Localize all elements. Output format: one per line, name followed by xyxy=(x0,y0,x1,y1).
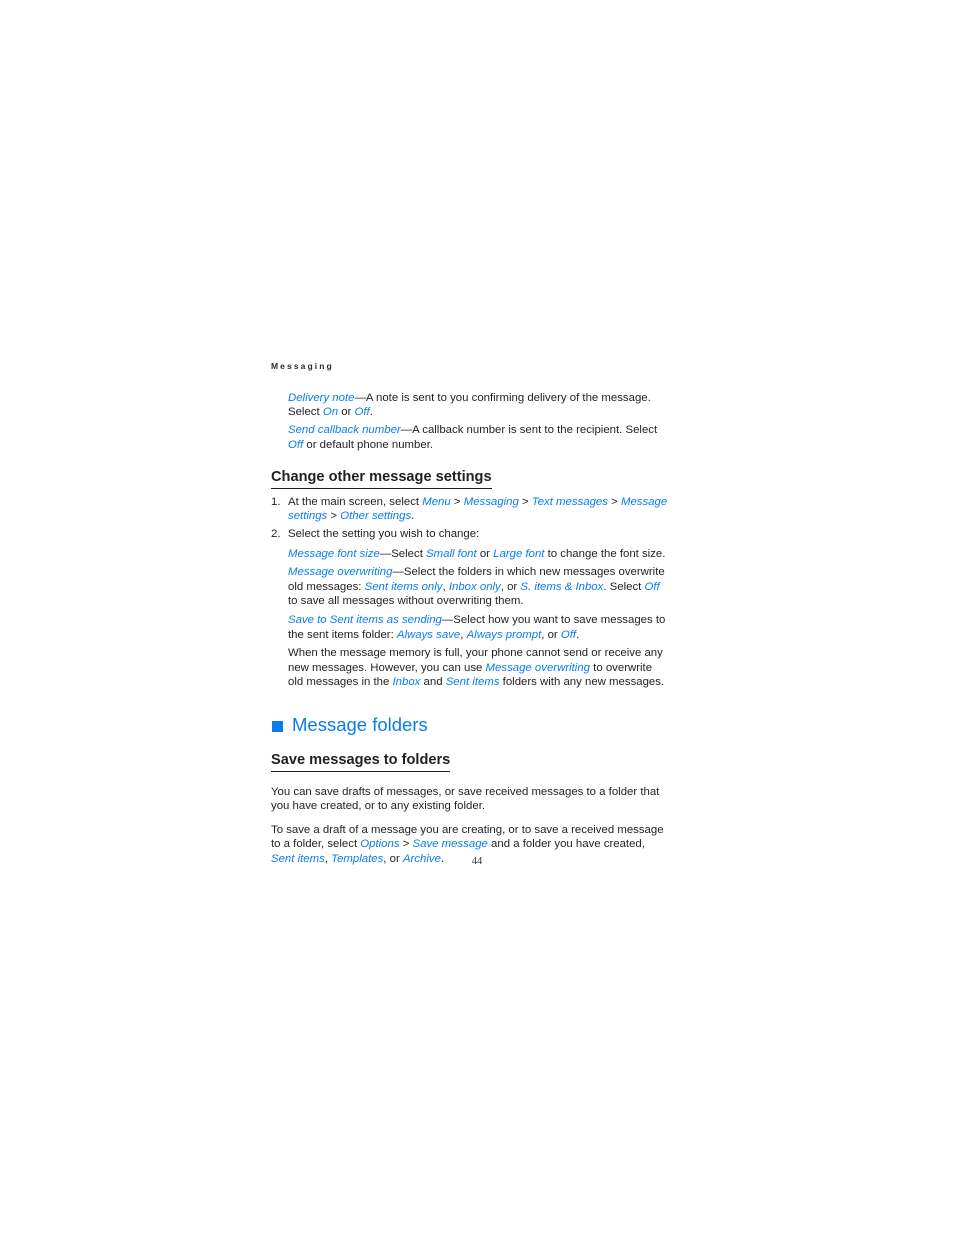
menu-path-text-messages: Text messages xyxy=(531,495,608,508)
step-2: 2. Select the setting you wish to change:… xyxy=(271,527,669,690)
save-to-sent-term: Save to Sent items as sending xyxy=(288,614,442,627)
overwriting-text-d: . Select xyxy=(603,580,645,593)
option-off: Off xyxy=(560,628,577,641)
memory-note-text-c: and xyxy=(420,676,446,689)
sep: > xyxy=(607,495,621,508)
send-callback-paragraph: Send callback number—A callback number i… xyxy=(288,423,669,452)
step-2-number: 2. xyxy=(271,528,281,541)
memory-note-text-d: folders with any new messages. xyxy=(499,676,665,689)
message-font-size-term: Message font size xyxy=(288,547,380,560)
option-sent-items-and-inbox: S. items & Inbox xyxy=(520,580,604,593)
page-number: 44 xyxy=(471,856,483,867)
save-messages-heading-wrap: Save messages to folders xyxy=(271,735,669,778)
step-1-number: 1. xyxy=(271,495,281,508)
change-settings-steps: 1. At the main screen, select Menu > Mess… xyxy=(271,495,669,690)
intro-block: Delivery note—A note is sent to you conf… xyxy=(288,391,669,453)
font-size-text-a: Select xyxy=(391,547,427,560)
dash: — xyxy=(400,424,413,437)
send-callback-term: Send callback number xyxy=(288,424,401,437)
delivery-note-paragraph: Delivery note—A note is sent to you conf… xyxy=(288,391,669,420)
ref-sent-items: Sent items xyxy=(445,676,500,689)
sep: > xyxy=(450,495,464,508)
delivery-note-term: Delivery note xyxy=(288,391,355,404)
font-size-text-c: to change the font size. xyxy=(544,547,666,560)
running-head: Messaging xyxy=(271,361,334,371)
sep: > xyxy=(518,495,532,508)
sep: > xyxy=(399,838,413,851)
option-large-font: Large font xyxy=(493,547,545,560)
message-folders-section-heading: Message folders xyxy=(272,715,669,735)
message-overwriting-term: Message overwriting xyxy=(288,566,393,579)
change-settings-heading-wrap: Change other message settings xyxy=(271,452,669,495)
page-content: Messaging Delivery note—A note is sent t… xyxy=(271,362,669,866)
overwriting-text-c: , or xyxy=(500,580,521,593)
font-size-text-b: or xyxy=(476,547,494,560)
dash: — xyxy=(354,391,366,404)
message-font-size-paragraph: Message font size—Select Small font or L… xyxy=(288,547,669,562)
message-folders-body: You can save drafts of messages, or save… xyxy=(271,785,669,867)
step-1-text-a: At the main screen, select xyxy=(288,495,423,508)
ref-message-overwriting: Message overwriting xyxy=(485,661,591,674)
para2-text-b: and a folder you have created, xyxy=(487,838,645,851)
ref-inbox: Inbox xyxy=(392,676,421,689)
dash: — xyxy=(392,566,404,579)
step-2-text-a: Select the setting you wish to change: xyxy=(288,528,480,541)
option-inbox-only: Inbox only xyxy=(448,580,501,593)
option-options: Options xyxy=(360,838,400,851)
save-messages-heading: Save messages to folders xyxy=(271,752,451,772)
option-small-font: Small font xyxy=(426,547,477,560)
save-to-sent-text-c: , or xyxy=(541,628,561,641)
option-on: On xyxy=(322,406,339,419)
sep: > xyxy=(327,510,341,523)
menu-path-messaging: Messaging xyxy=(463,495,519,508)
option-sent-items-only: Sent items only xyxy=(364,580,443,593)
delivery-note-text-b: or xyxy=(338,406,355,419)
change-settings-heading: Change other message settings xyxy=(271,469,492,489)
document-page: Messaging Delivery note—A note is sent t… xyxy=(0,0,954,1235)
option-off: Off xyxy=(644,580,660,593)
menu-path-menu: Menu xyxy=(422,495,451,508)
save-to-sent-paragraph: Save to Sent items as sending—Select how… xyxy=(288,613,669,642)
delivery-note-text-c: . xyxy=(369,406,373,419)
dash: — xyxy=(379,547,392,560)
step-2-settings-list: Message font size—Select Small font or L… xyxy=(288,547,669,690)
option-save-message: Save message xyxy=(412,838,488,851)
memory-note-paragraph: When the message memory is full, your ph… xyxy=(288,646,669,690)
send-callback-text-b: or default phone number. xyxy=(303,438,434,451)
message-overwriting-paragraph: Message overwriting—Select the folders i… xyxy=(288,565,669,609)
section-title: Message folders xyxy=(292,714,428,735)
save-messages-paragraph-1: You can save drafts of messages, or save… xyxy=(271,785,660,813)
option-always-prompt: Always prompt xyxy=(466,628,542,641)
overwriting-text-e: to save all messages without overwriting… xyxy=(288,595,524,608)
option-off: Off xyxy=(288,438,304,451)
dash: — xyxy=(441,614,454,627)
option-always-save: Always save xyxy=(396,628,461,641)
send-callback-text-a: A callback number is sent to the recipie… xyxy=(412,424,658,437)
option-off: Off xyxy=(354,406,370,419)
step-1-text-b: . xyxy=(411,510,415,523)
menu-path-other-settings: Other settings xyxy=(340,510,412,523)
square-bullet-icon xyxy=(272,720,283,732)
step-1: 1. At the main screen, select Menu > Mess… xyxy=(271,495,669,524)
save-to-sent-text-d: . xyxy=(576,628,580,641)
